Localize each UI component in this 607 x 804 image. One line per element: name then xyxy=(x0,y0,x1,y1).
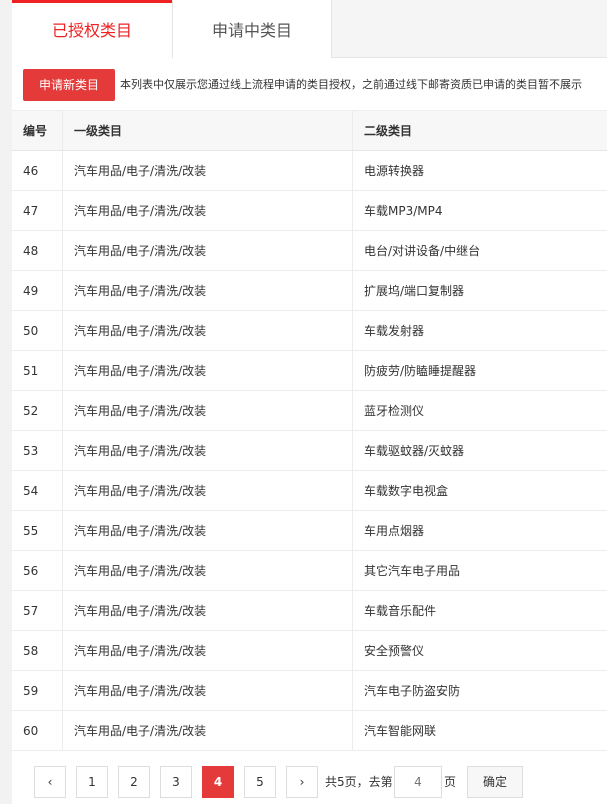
row-category1: 汽车用品/电子/清洗/改装 xyxy=(74,164,207,178)
table-body: 46 汽车用品/电子/清洗/改装 电源转换器 47 汽车用品/电子/清洗/改装 车载MP3… xyxy=(12,151,607,751)
table-row: 53 汽车用品/电子/清洗/改装 车载驱蚊器/灭蚊器 xyxy=(12,431,607,471)
row-no: 46 xyxy=(23,164,39,178)
row-no: 57 xyxy=(23,604,39,618)
row-category2: 汽车智能网联 xyxy=(364,724,437,738)
row-category1: 汽车用品/电子/清洗/改装 xyxy=(74,244,207,258)
row-category1: 汽车用品/电子/清洗/改装 xyxy=(74,324,207,338)
row-category1: 汽车用品/电子/清洗/改装 xyxy=(74,524,207,538)
row-category1: 汽车用品/电子/清洗/改装 xyxy=(74,684,207,698)
page-button-3[interactable]: 3 xyxy=(160,766,192,798)
row-no: 51 xyxy=(23,364,39,378)
tab-authorized-categories[interactable]: 已授权类目 xyxy=(12,0,172,59)
header-no: 编号 xyxy=(23,124,48,138)
table-row: 47 汽车用品/电子/清洗/改装 车载MP3/MP4 xyxy=(12,191,607,231)
row-category2: 车载数字电视盒 xyxy=(364,484,449,498)
page: 已授权类目 申请中类目 申请新类目 本列表中仅展示您通过线上流程申请的类目授权，… xyxy=(0,0,607,804)
table-row: 59 汽车用品/电子/清洗/改装 汽车电子防盗安防 xyxy=(12,671,607,711)
page-button-1[interactable]: 1 xyxy=(76,766,108,798)
tab-pending-categories[interactable]: 申请中类目 xyxy=(172,0,332,58)
page-button-4-current[interactable]: 4 xyxy=(202,766,234,798)
page-suffix-text: 页 xyxy=(444,775,457,789)
row-no: 58 xyxy=(23,644,39,658)
table-row: 52 汽车用品/电子/清洗/改装 蓝牙检测仪 xyxy=(12,391,607,431)
row-no: 49 xyxy=(23,284,39,298)
header-category1: 一级类目 xyxy=(74,124,123,138)
row-no: 48 xyxy=(23,244,39,258)
table-row: 50 汽车用品/电子/清洗/改装 车载发射器 xyxy=(12,311,607,351)
confirm-button[interactable]: 确定 xyxy=(467,766,523,798)
total-pages-text: 共5页，去第 xyxy=(325,775,393,789)
page-button-2[interactable]: 2 xyxy=(118,766,150,798)
chevron-right-icon[interactable]: › xyxy=(286,766,318,798)
row-no: 47 xyxy=(23,204,39,218)
page-button-5[interactable]: 5 xyxy=(244,766,276,798)
row-category1: 汽车用品/电子/清洗/改装 xyxy=(74,644,207,658)
row-category2: 车用点烟器 xyxy=(364,524,425,538)
row-category2: 扩展坞/端口复制器 xyxy=(364,284,465,298)
row-no: 54 xyxy=(23,484,39,498)
row-category1: 汽车用品/电子/清洗/改装 xyxy=(74,364,207,378)
tab-bar: 已授权类目 申请中类目 xyxy=(12,0,607,59)
row-category1: 汽车用品/电子/清洗/改装 xyxy=(74,404,207,418)
table-row: 51 汽车用品/电子/清洗/改装 防疲劳/防瞌睡提醒器 xyxy=(12,351,607,391)
row-category1: 汽车用品/电子/清洗/改装 xyxy=(74,444,207,458)
row-no: 52 xyxy=(23,404,39,418)
table-row: 56 汽车用品/电子/清洗/改装 其它汽车电子用品 xyxy=(12,551,607,591)
row-category2: 汽车电子防盗安防 xyxy=(364,684,461,698)
row-category1: 汽车用品/电子/清洗/改装 xyxy=(74,484,207,498)
notice-bar: 申请新类目 本列表中仅展示您通过线上流程申请的类目授权，之前通过线下邮寄资质已申… xyxy=(12,58,607,111)
table-row: 49 汽车用品/电子/清洗/改装 扩展坞/端口复制器 xyxy=(12,271,607,311)
left-gutter xyxy=(0,0,12,804)
table-row: 57 汽车用品/电子/清洗/改装 车载音乐配件 xyxy=(12,591,607,631)
row-no: 50 xyxy=(23,324,39,338)
row-category2: 蓝牙检测仪 xyxy=(364,404,425,418)
apply-new-category-button[interactable]: 申请新类目 xyxy=(23,69,115,101)
table-header: 编号 一级类目 二级类目 xyxy=(12,111,607,151)
row-no: 56 xyxy=(23,564,39,578)
row-category1: 汽车用品/电子/清洗/改装 xyxy=(74,724,207,738)
table-row: 60 汽车用品/电子/清洗/改装 汽车智能网联 xyxy=(12,711,607,751)
row-category2: 车载发射器 xyxy=(364,324,425,338)
table-row: 48 汽车用品/电子/清洗/改装 电台/对讲设备/中继台 xyxy=(12,231,607,271)
row-category1: 汽车用品/电子/清洗/改装 xyxy=(74,604,207,618)
row-category2: 防疲劳/防瞌睡提醒器 xyxy=(364,364,477,378)
chevron-left-icon[interactable]: ‹ xyxy=(34,766,66,798)
pagination: ‹ 1 2 3 4 5 › 共5页，去第 页 确定 xyxy=(12,751,607,804)
row-no: 59 xyxy=(23,684,39,698)
goto-page-input[interactable] xyxy=(394,766,442,798)
row-category2: 电源转换器 xyxy=(364,164,425,178)
row-category2: 其它汽车电子用品 xyxy=(364,564,461,578)
row-category1: 汽车用品/电子/清洗/改装 xyxy=(74,564,207,578)
row-category2: 安全预警仪 xyxy=(364,644,425,658)
row-no: 55 xyxy=(23,524,39,538)
row-category1: 汽车用品/电子/清洗/改装 xyxy=(74,284,207,298)
notice-text: 本列表中仅展示您通过线上流程申请的类目授权，之前通过线下邮寄资质已申请的类目暂不… xyxy=(120,78,582,91)
table-row: 54 汽车用品/电子/清洗/改装 车载数字电视盒 xyxy=(12,471,607,511)
header-category2: 二级类目 xyxy=(364,124,413,138)
row-category2: 电台/对讲设备/中继台 xyxy=(364,244,481,258)
row-no: 53 xyxy=(23,444,39,458)
row-category2: 车载MP3/MP4 xyxy=(364,204,443,218)
table-row: 46 汽车用品/电子/清洗/改装 电源转换器 xyxy=(12,151,607,191)
row-category2: 车载音乐配件 xyxy=(364,604,437,618)
row-category2: 车载驱蚊器/灭蚊器 xyxy=(364,444,465,458)
row-category1: 汽车用品/电子/清洗/改装 xyxy=(74,204,207,218)
row-no: 60 xyxy=(23,724,39,738)
table-row: 55 汽车用品/电子/清洗/改装 车用点烟器 xyxy=(12,511,607,551)
table-row: 58 汽车用品/电子/清洗/改装 安全预警仪 xyxy=(12,631,607,671)
